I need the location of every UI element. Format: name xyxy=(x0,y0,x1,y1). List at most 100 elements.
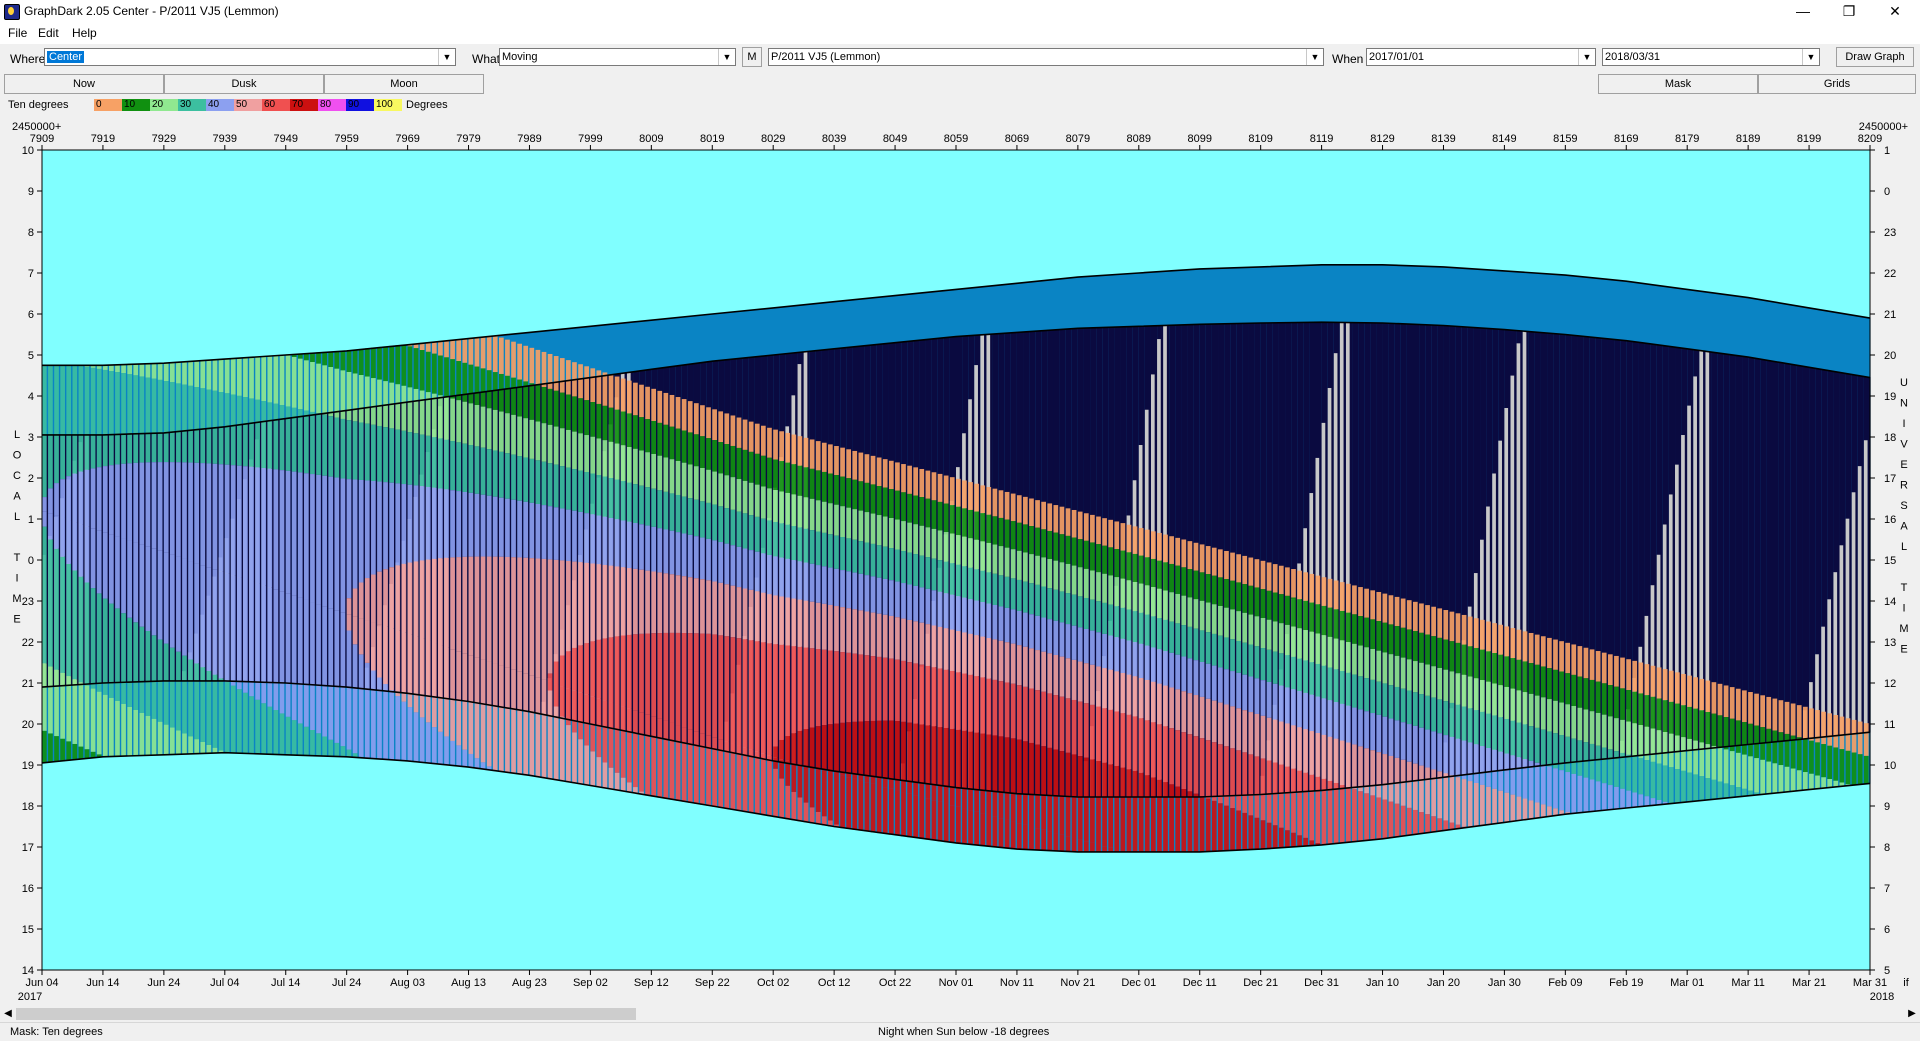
where-select[interactable]: Center ▼ xyxy=(44,48,456,66)
scroll-thumb[interactable] xyxy=(16,1008,636,1020)
menu-edit[interactable]: Edit xyxy=(38,26,59,40)
minimize-icon[interactable]: — xyxy=(1780,0,1826,24)
scroll-left-icon[interactable]: ◀ xyxy=(0,1006,16,1022)
altitude-band xyxy=(1486,787,1491,825)
altitude-band xyxy=(1389,654,1394,685)
altitude-band xyxy=(822,771,827,817)
altitude-band xyxy=(292,596,297,720)
horizontal-scrollbar[interactable]: ◀ ▶ xyxy=(0,1006,1920,1022)
altitude-band xyxy=(1510,795,1515,822)
altitude-band xyxy=(341,478,346,612)
chevron-down-icon[interactable]: ▼ xyxy=(718,49,735,65)
altitude-band xyxy=(1102,518,1107,546)
altitude-band xyxy=(1188,791,1193,852)
altitude-band xyxy=(718,506,723,542)
altitude-band xyxy=(1547,766,1552,806)
altitude-band xyxy=(694,536,699,578)
altitude-band xyxy=(1456,613,1461,643)
altitude-band xyxy=(1297,628,1302,658)
date-tick-label: Sep 02 xyxy=(573,977,608,989)
chevron-down-icon[interactable]: ▼ xyxy=(1306,49,1323,65)
altitude-band xyxy=(1669,767,1674,803)
draw-graph-button[interactable]: Draw Graph xyxy=(1836,47,1914,67)
m-button[interactable]: M xyxy=(742,47,762,67)
altitude-band xyxy=(469,365,474,404)
altitude-band xyxy=(1425,635,1430,665)
altitude-band xyxy=(901,551,906,583)
right-axis-letter: T xyxy=(1901,582,1908,594)
altitude-band xyxy=(926,666,931,725)
altitude-band xyxy=(261,703,266,754)
date-tick-label: Mar 21 xyxy=(1792,977,1826,989)
altitude-band xyxy=(79,472,84,525)
altitude-band xyxy=(840,448,845,477)
darkness-graph[interactable]: 2450000+2450000+790979197929793979497959… xyxy=(0,116,1920,1006)
left-tick-label: 3 xyxy=(28,432,34,444)
altitude-band xyxy=(834,505,839,536)
night-column xyxy=(1779,363,1786,741)
altitude-band xyxy=(737,587,742,638)
altitude-band xyxy=(993,735,998,816)
altitude-band xyxy=(1230,639,1235,671)
altitude-band xyxy=(670,427,675,460)
chevron-down-icon[interactable]: ▼ xyxy=(438,49,455,65)
altitude-band xyxy=(1102,763,1107,847)
chevron-down-icon[interactable]: ▼ xyxy=(1802,49,1819,65)
chevron-down-icon[interactable]: ▼ xyxy=(1578,49,1595,65)
altitude-band xyxy=(213,675,218,748)
altitude-band xyxy=(1188,627,1193,658)
altitude-band xyxy=(1127,609,1132,640)
altitude-band xyxy=(1291,689,1296,725)
menu-file[interactable]: File xyxy=(8,26,27,40)
altitude-band xyxy=(389,690,394,760)
altitude-band xyxy=(694,466,699,500)
right-axis-letter: N xyxy=(1900,398,1908,410)
when-from-select[interactable]: 2017/01/01 ▼ xyxy=(1366,48,1596,66)
altitude-band xyxy=(609,442,614,478)
close-icon[interactable]: ✕ xyxy=(1872,0,1918,24)
altitude-band xyxy=(487,370,492,408)
altitude-band xyxy=(554,662,559,684)
altitude-band xyxy=(213,359,218,390)
altitude-band xyxy=(1480,650,1485,680)
altitude-band xyxy=(529,503,534,558)
altitude-band xyxy=(621,445,626,481)
altitude-band xyxy=(1163,620,1168,651)
altitude-band xyxy=(828,651,833,725)
altitude-band xyxy=(1291,598,1296,627)
jd-tick-label: 7989 xyxy=(517,133,541,145)
restore-icon[interactable]: ❐ xyxy=(1826,0,1872,24)
altitude-band xyxy=(1383,623,1388,653)
altitude-band xyxy=(1383,652,1388,683)
altitude-band xyxy=(1242,675,1247,710)
altitude-band xyxy=(1139,644,1144,678)
altitude-band xyxy=(944,728,949,804)
altitude-band xyxy=(1102,668,1107,708)
when-to-select[interactable]: 2018/03/31 ▼ xyxy=(1602,48,1820,66)
altitude-band xyxy=(1029,689,1034,743)
altitude-band xyxy=(938,530,943,560)
altitude-band xyxy=(895,462,900,490)
moon-button[interactable]: Moon xyxy=(324,74,484,94)
now-button[interactable]: Now xyxy=(4,74,164,94)
right-tick-label: 1 xyxy=(1884,145,1890,157)
altitude-band xyxy=(1742,690,1747,722)
date-tick-label: Mar 31 xyxy=(1853,977,1887,989)
altitude-band xyxy=(1255,714,1260,756)
menu-help[interactable]: Help xyxy=(72,26,97,40)
altitude-band xyxy=(1218,549,1223,577)
altitude-band xyxy=(146,462,151,546)
scroll-right-icon[interactable]: ▶ xyxy=(1904,1006,1920,1022)
grids-button[interactable]: Grids xyxy=(1758,74,1916,94)
altitude-band xyxy=(883,615,888,658)
object-select[interactable]: P/2011 VJ5 (Lemmon) ▼ xyxy=(768,48,1324,66)
altitude-band xyxy=(219,464,224,571)
mask-button[interactable]: Mask xyxy=(1598,74,1758,94)
what-select[interactable]: Moving ▼ xyxy=(499,48,736,66)
altitude-band xyxy=(554,391,559,427)
dusk-button[interactable]: Dusk xyxy=(164,74,324,94)
altitude-band xyxy=(621,481,626,520)
altitude-band xyxy=(950,563,955,595)
altitude-band xyxy=(1547,806,1552,816)
left-axis-letter: I xyxy=(15,573,18,585)
